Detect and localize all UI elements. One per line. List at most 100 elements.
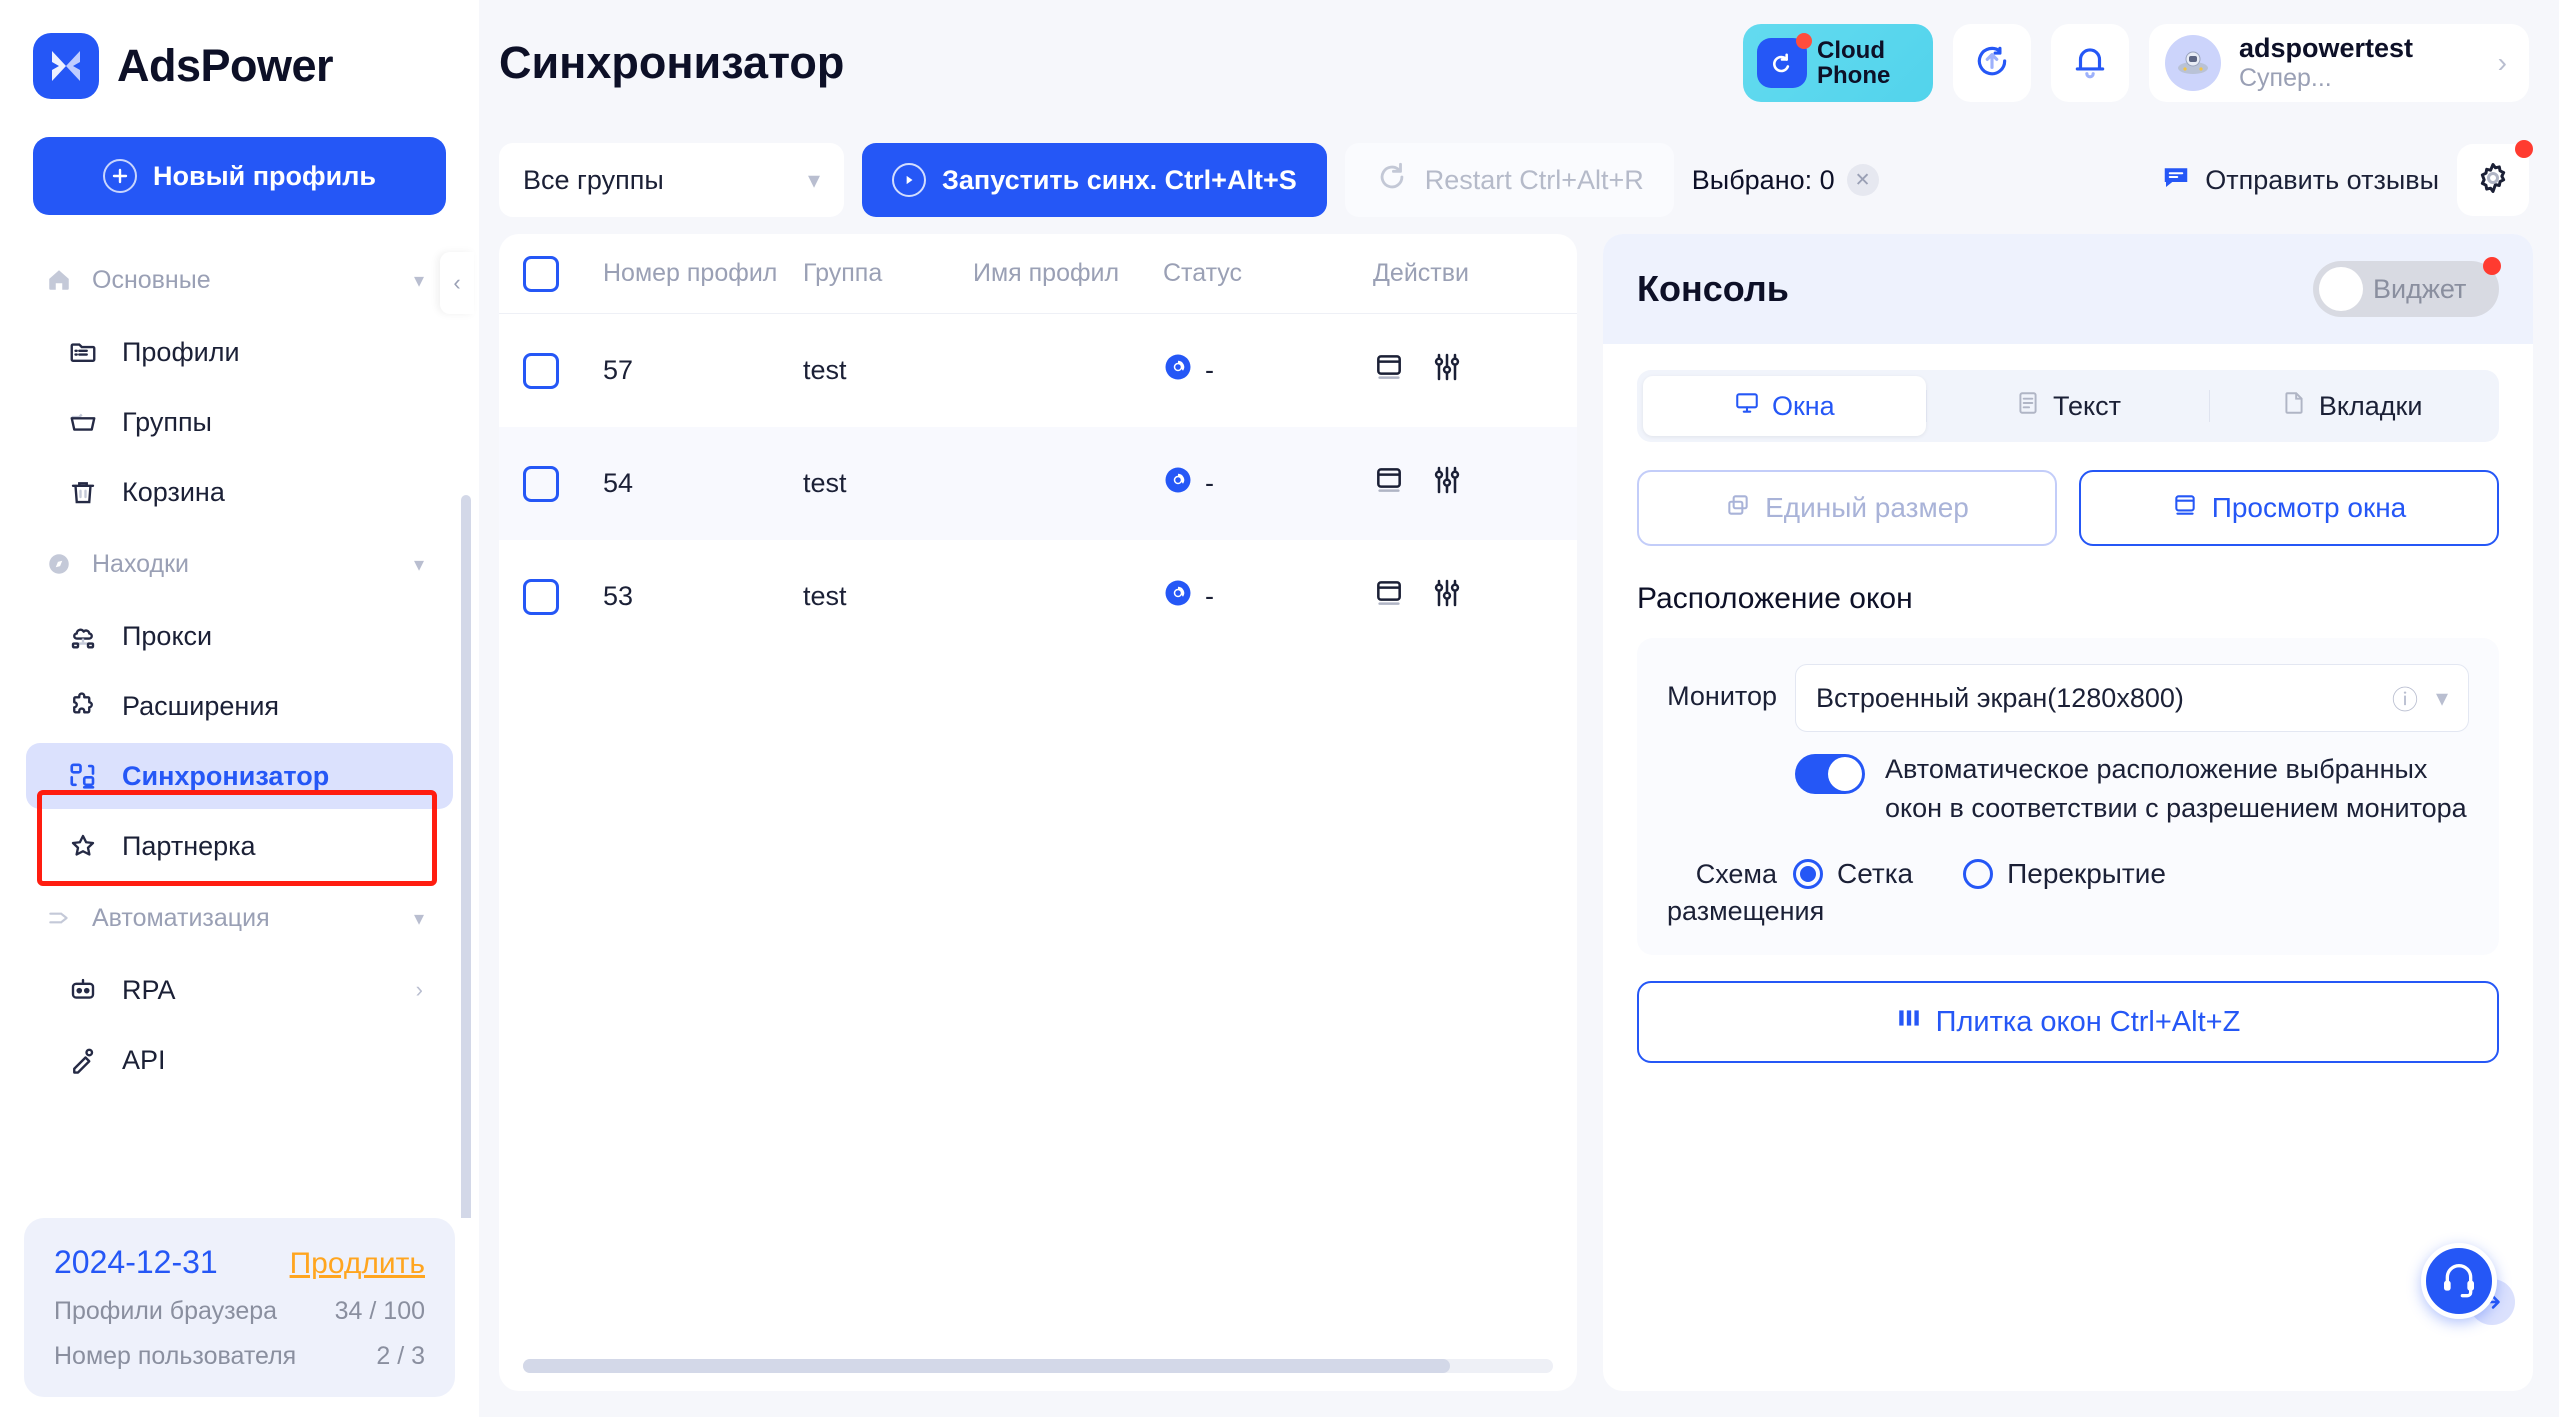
new-profile-button[interactable]: Новый профиль: [33, 137, 446, 215]
sidebar-group-avtomatizaciya[interactable]: Автоматизация ▾: [0, 883, 479, 953]
sidebar-item-label: RPA: [122, 974, 176, 1005]
row-checkbox[interactable]: [523, 352, 559, 389]
window-icon[interactable]: [1373, 351, 1405, 390]
mode-button-label: Просмотр окна: [2211, 492, 2407, 523]
selected-count-label: Выбрано: 0: [1691, 164, 1835, 195]
sidebar-group-osnovnye[interactable]: Основные ▾: [0, 245, 479, 315]
cell-profile-number: 53: [603, 581, 634, 611]
support-chat-button[interactable]: [2421, 1243, 2497, 1319]
widget-toggle[interactable]: Виджет: [2313, 257, 2501, 317]
subscription-card: 2024-12-31 Продлить Профили браузера 34 …: [24, 1218, 455, 1397]
astronaut-avatar-icon: [2165, 35, 2221, 91]
table-horizontal-scroll[interactable]: [499, 1345, 1577, 1391]
home-icon: [40, 261, 78, 299]
settings-button[interactable]: [2457, 140, 2533, 216]
brand-logo[interactable]: AdsPower: [0, 0, 479, 99]
user-name: adspowertest: [2239, 33, 2414, 63]
scrollbar-thumb[interactable]: [523, 1359, 1450, 1373]
cell-group: test: [803, 355, 847, 385]
window-icon[interactable]: [1373, 577, 1405, 616]
restart-button[interactable]: Restart Ctrl+Alt+R: [1344, 143, 1674, 217]
sync-grid-icon: [64, 757, 102, 795]
sidebar-group-label: Основные: [92, 265, 211, 294]
cloud-phone-button[interactable]: Cloud Phone: [1743, 24, 1933, 102]
sidebar-item-label: API: [122, 1044, 166, 1075]
uniform-size-button[interactable]: Единый размер: [1637, 470, 2057, 546]
sidebar-item-rasshireniya[interactable]: Расширения: [26, 673, 453, 739]
user-account-chip[interactable]: adspowertest Супер... ›: [2149, 24, 2529, 102]
tab-label: Вкладки: [2318, 390, 2423, 421]
sidebar-scrollbar-thumb[interactable]: [461, 495, 471, 1218]
folder-list-icon: [64, 333, 102, 371]
sidebar-group-nahodki[interactable]: Находки ▾: [0, 529, 479, 599]
row-checkbox[interactable]: [523, 578, 559, 615]
robot-icon: [64, 971, 102, 1009]
notifications-button[interactable]: [2051, 24, 2129, 102]
column-header-name[interactable]: Имя профил: [973, 259, 1163, 288]
sidebar-group-label: Автоматизация: [92, 903, 270, 932]
warning-circle-icon: ⓘ: [2391, 684, 2418, 715]
window-icon[interactable]: [1373, 464, 1405, 503]
auto-layout-toggle[interactable]: [1795, 754, 1865, 794]
start-sync-button[interactable]: Запустить синх. Ctrl+Alt+S: [862, 143, 1327, 217]
cell-status: -: [1163, 352, 1373, 389]
tab-okna[interactable]: Окна: [1643, 376, 1926, 436]
settings-sliders-icon[interactable]: [1431, 464, 1463, 503]
radio-unselected-icon: [1963, 859, 1994, 890]
scheme-label: Схема размещения: [1667, 859, 1825, 926]
sidebar-item-rpa[interactable]: RPA ›: [26, 957, 453, 1023]
cell-actions: [1373, 351, 1553, 390]
cloud-phone-line1: Cloud: [1817, 36, 1885, 64]
tab-vkladki[interactable]: Вкладки: [2210, 376, 2493, 436]
plan-row-browser-profiles: Профили браузера 34 / 100: [54, 1297, 425, 1326]
send-feedback-button[interactable]: Отправить отзывы: [2161, 162, 2439, 199]
group-filter-select[interactable]: Все группы ▾: [499, 143, 844, 217]
cell-actions: [1373, 464, 1553, 503]
settings-sliders-icon[interactable]: [1431, 577, 1463, 616]
tile-windows-button[interactable]: Плитка окон Ctrl+Alt+Z: [1637, 981, 2499, 1064]
column-header-number[interactable]: Номер профил: [603, 259, 803, 288]
window-preview-button[interactable]: Просмотр окна: [2079, 470, 2499, 546]
group-filter-value: Все группы: [523, 164, 664, 195]
user-role: Супер...: [2239, 64, 2332, 92]
sidebar-item-api[interactable]: API: [26, 1027, 453, 1093]
tab-tekst[interactable]: Текст: [1927, 376, 2210, 436]
clear-selection-icon[interactable]: ✕: [1846, 164, 1879, 196]
sidebar-collapse-button[interactable]: ‹: [440, 252, 474, 314]
notification-dot: [2483, 257, 2501, 275]
notification-dot: [2515, 140, 2533, 158]
sidebar-item-sinhronizator[interactable]: Синхронизатор: [26, 743, 453, 809]
monitor-select[interactable]: Встроенный экран(1280x800) ⓘ ▾: [1795, 664, 2469, 732]
sidebar-item-gruppy[interactable]: Группы: [26, 389, 453, 455]
sidebar-item-proksi[interactable]: Прокси: [26, 603, 453, 669]
table-row[interactable]: 53 test -: [499, 540, 1577, 653]
table-row[interactable]: 54 test -: [499, 427, 1577, 540]
row-checkbox[interactable]: [523, 465, 559, 502]
settings-sliders-icon[interactable]: [1431, 351, 1463, 390]
proxy-cloud-icon: [64, 617, 102, 655]
copy-windows-icon: [1725, 492, 1751, 525]
console-header: Консоль Виджет: [1603, 234, 2533, 344]
table-row[interactable]: 57 test -: [499, 314, 1577, 427]
radio-selected-icon: [1793, 859, 1823, 890]
radio-perekrytie[interactable]: Перекрытие: [1963, 858, 2166, 890]
column-header-group[interactable]: Группа: [803, 259, 973, 288]
chrome-browser-icon: [1163, 352, 1193, 389]
chevron-down-icon: ▾: [2435, 684, 2448, 712]
radio-setka[interactable]: Сетка: [1793, 858, 1913, 890]
cell-group: test: [803, 468, 847, 498]
sidebar-item-korzina[interactable]: Корзина: [26, 459, 453, 525]
column-header-status[interactable]: Статус: [1163, 259, 1373, 288]
select-all-checkbox[interactable]: [523, 255, 559, 292]
plus-icon: [102, 159, 137, 193]
tile-layout-icon: [1896, 1005, 1922, 1039]
sync-upload-button[interactable]: [1953, 24, 2031, 102]
toolbar: Все группы ▾ Запустить синх. Ctrl+Alt+S …: [479, 126, 2559, 234]
restart-label: Restart Ctrl+Alt+R: [1424, 164, 1644, 195]
new-profile-label: Новый профиль: [152, 160, 376, 191]
sidebar-item-profili[interactable]: Профили: [26, 319, 453, 385]
scrollbar-track[interactable]: [523, 1359, 1553, 1373]
sidebar-item-label: Прокси: [122, 620, 213, 651]
renew-link[interactable]: Продлить: [290, 1247, 425, 1281]
sidebar-item-partnerka[interactable]: Партнерка: [26, 813, 453, 879]
